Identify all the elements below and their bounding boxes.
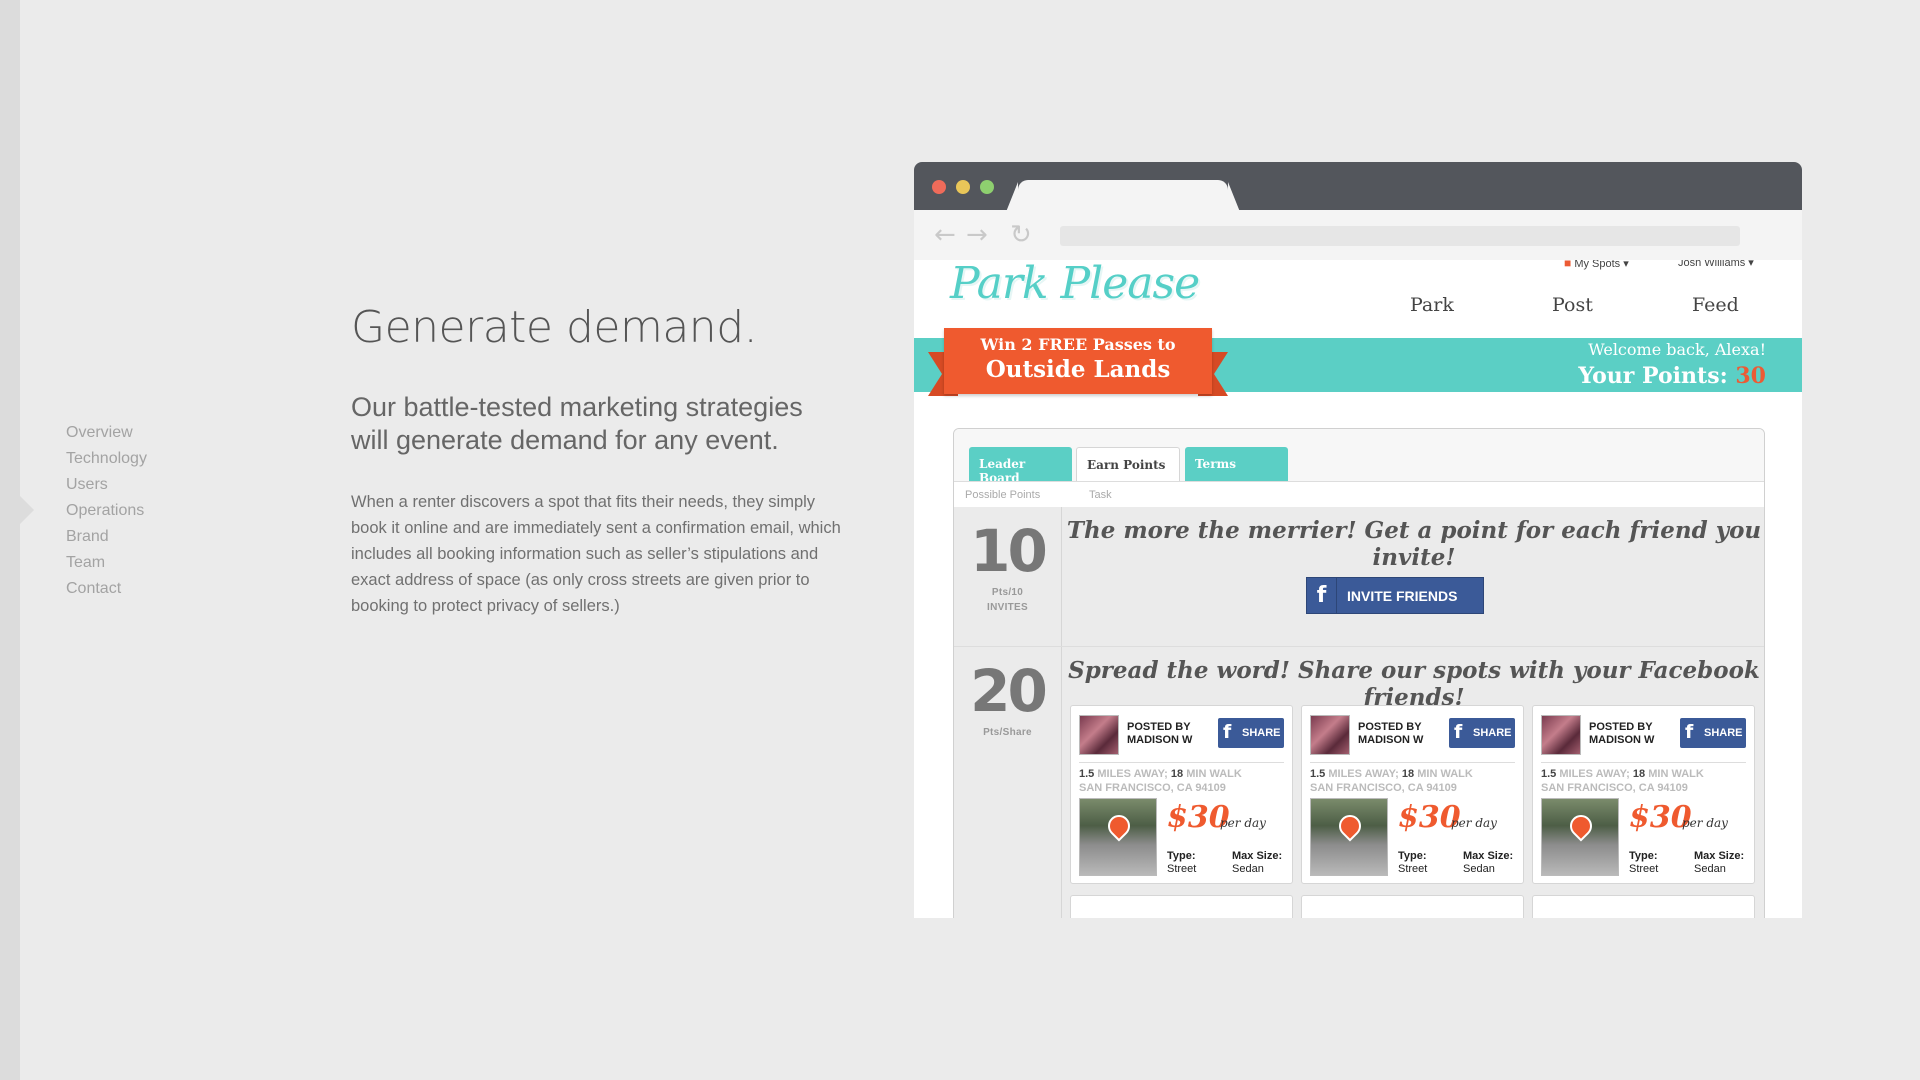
promo-ribbon: Win 2 FREE Passes to Outside Lands <box>928 328 1228 406</box>
spot-type: Type: Street <box>1398 850 1428 875</box>
my-spots-menu: ■ My Spots ▾ <box>1564 260 1629 270</box>
share-button[interactable]: f SHARE <box>1218 718 1284 748</box>
task-row-share: 20 Pts/Share Spread the word! Share our … <box>954 647 1764 918</box>
column-headers: Possible Points Task <box>954 481 1764 507</box>
facebook-icon: f <box>1307 578 1337 613</box>
nav-park: Park <box>1410 294 1454 316</box>
facebook-icon: f <box>1685 721 1694 743</box>
promo-line-2: Outside Lands <box>985 356 1171 383</box>
browser-titlebar <box>914 162 1802 212</box>
minimize-dot-icon <box>956 180 970 194</box>
spot-size: Max Size: Sedan <box>1463 850 1514 875</box>
spot-size: Max Size: Sedan <box>1232 850 1283 875</box>
reload-icon: ↻ <box>1010 220 1032 250</box>
forward-arrow-icon: → <box>966 220 988 250</box>
share-task-text: Spread the word! Share our spots with yo… <box>1068 657 1760 711</box>
page-title: Generate demand. <box>351 302 758 353</box>
nav-feed: Feed <box>1692 294 1739 316</box>
spot-card: POSTED BY MADISON W f SHARE 1.5 MILES AW… <box>1070 705 1293 884</box>
spot-photo <box>1310 798 1388 876</box>
user-menu: Josh Williams ▾ <box>1678 260 1754 269</box>
facebook-icon: f <box>1454 721 1463 743</box>
promo-line-1: Win 2 FREE Passes to <box>980 335 1176 354</box>
maximize-dot-icon <box>980 180 994 194</box>
tab-leader-board: Leader Board <box>969 447 1072 485</box>
spot-type: Type: Street <box>1167 850 1197 875</box>
avatar <box>1079 715 1119 755</box>
col-possible-points: Possible Points <box>965 489 1041 501</box>
content-section: Generate demand. Our battle-tested marke… <box>351 302 841 619</box>
invite-task-text: The more the merrier! Get a point for ea… <box>1066 517 1762 571</box>
invite-points: 10 <box>970 517 1048 585</box>
points-panel: Leader Board Earn Points Terms Possible … <box>953 428 1765 918</box>
nav-brand[interactable]: Brand <box>66 524 147 550</box>
nav-post: Post <box>1552 294 1593 316</box>
site-viewport: Park Please ■ My Spots ▾ Josh Williams ▾… <box>914 260 1802 918</box>
spot-distance: 1.5 MILES AWAY; 18 MIN WALK SAN FRANCISC… <box>1541 768 1704 794</box>
spot-type: Type: Street <box>1629 850 1659 875</box>
map-pin-icon <box>1334 810 1366 842</box>
browser-tab <box>1006 180 1240 212</box>
avatar <box>1541 715 1581 755</box>
browser-toolbar: ← → ↻ <box>914 210 1802 260</box>
spot-photo <box>1079 798 1157 876</box>
facebook-icon: f <box>1223 721 1232 743</box>
active-indicator <box>20 496 34 524</box>
points-display: Your Points: 30 <box>1578 363 1766 389</box>
car-icon: ■ <box>1564 260 1572 270</box>
map-pin-icon <box>1565 810 1597 842</box>
points-value: 30 <box>1735 363 1766 389</box>
nav-team[interactable]: Team <box>66 550 147 576</box>
back-arrow-icon: ← <box>934 220 956 250</box>
side-nav: Overview Technology Users Operations Bra… <box>66 420 147 602</box>
tab-earn-points: Earn Points <box>1076 447 1180 481</box>
tab-terms: Terms <box>1185 447 1288 481</box>
spot-card: POSTED BY MADISON W f SHARE 1.5 MILES AW… <box>1532 705 1755 884</box>
browser-mockup: ← → ↻ Park Please ■ My Spots ▾ Josh Will… <box>914 162 1802 918</box>
spot-photo <box>1541 798 1619 876</box>
poster-name: MADISON W <box>1358 734 1424 746</box>
avatar <box>1310 715 1350 755</box>
park-please-logo: Park Please <box>950 260 1200 309</box>
nav-users[interactable]: Users <box>66 472 147 498</box>
spot-card-partial <box>1532 895 1755 918</box>
welcome-text: Welcome back, Alexa! <box>1588 340 1766 359</box>
panel-tabs: Leader Board Earn Points Terms <box>954 429 1764 485</box>
map-pin-icon <box>1103 810 1135 842</box>
subheading: Our battle-tested marketing strategies w… <box>351 392 803 455</box>
spot-card-partial <box>1301 895 1524 918</box>
spot-size: Max Size: Sedan <box>1694 850 1745 875</box>
invite-friends-button[interactable]: f INVITE FRIENDS <box>1306 577 1484 614</box>
spot-distance: 1.5 MILES AWAY; 18 MIN WALK SAN FRANCISC… <box>1079 768 1242 794</box>
nav-operations[interactable]: Operations <box>66 498 147 524</box>
poster-name: MADISON W <box>1127 734 1193 746</box>
url-bar <box>1060 226 1740 246</box>
share-points: 20 <box>970 657 1048 725</box>
task-row-invite: 10 Pts/10 Invites The more the merrier! … <box>954 507 1764 647</box>
share-button[interactable]: f SHARE <box>1680 718 1746 748</box>
left-rail <box>0 0 20 1080</box>
poster-name: MADISON W <box>1589 734 1655 746</box>
nav-technology[interactable]: Technology <box>66 446 147 472</box>
spot-card-partial <box>1070 895 1293 918</box>
nav-contact[interactable]: Contact <box>66 576 147 602</box>
spot-distance: 1.5 MILES AWAY; 18 MIN WALK SAN FRANCISC… <box>1310 768 1473 794</box>
share-button[interactable]: f SHARE <box>1449 718 1515 748</box>
nav-overview[interactable]: Overview <box>66 420 147 446</box>
spot-card: POSTED BY MADISON W f SHARE 1.5 MILES AW… <box>1301 705 1524 884</box>
body-text: When a renter discovers a spot that fits… <box>351 493 841 615</box>
close-dot-icon <box>932 180 946 194</box>
col-task: Task <box>1089 489 1112 501</box>
welcome-block: Welcome back, Alexa! Your Points: 30 <box>1578 338 1766 390</box>
